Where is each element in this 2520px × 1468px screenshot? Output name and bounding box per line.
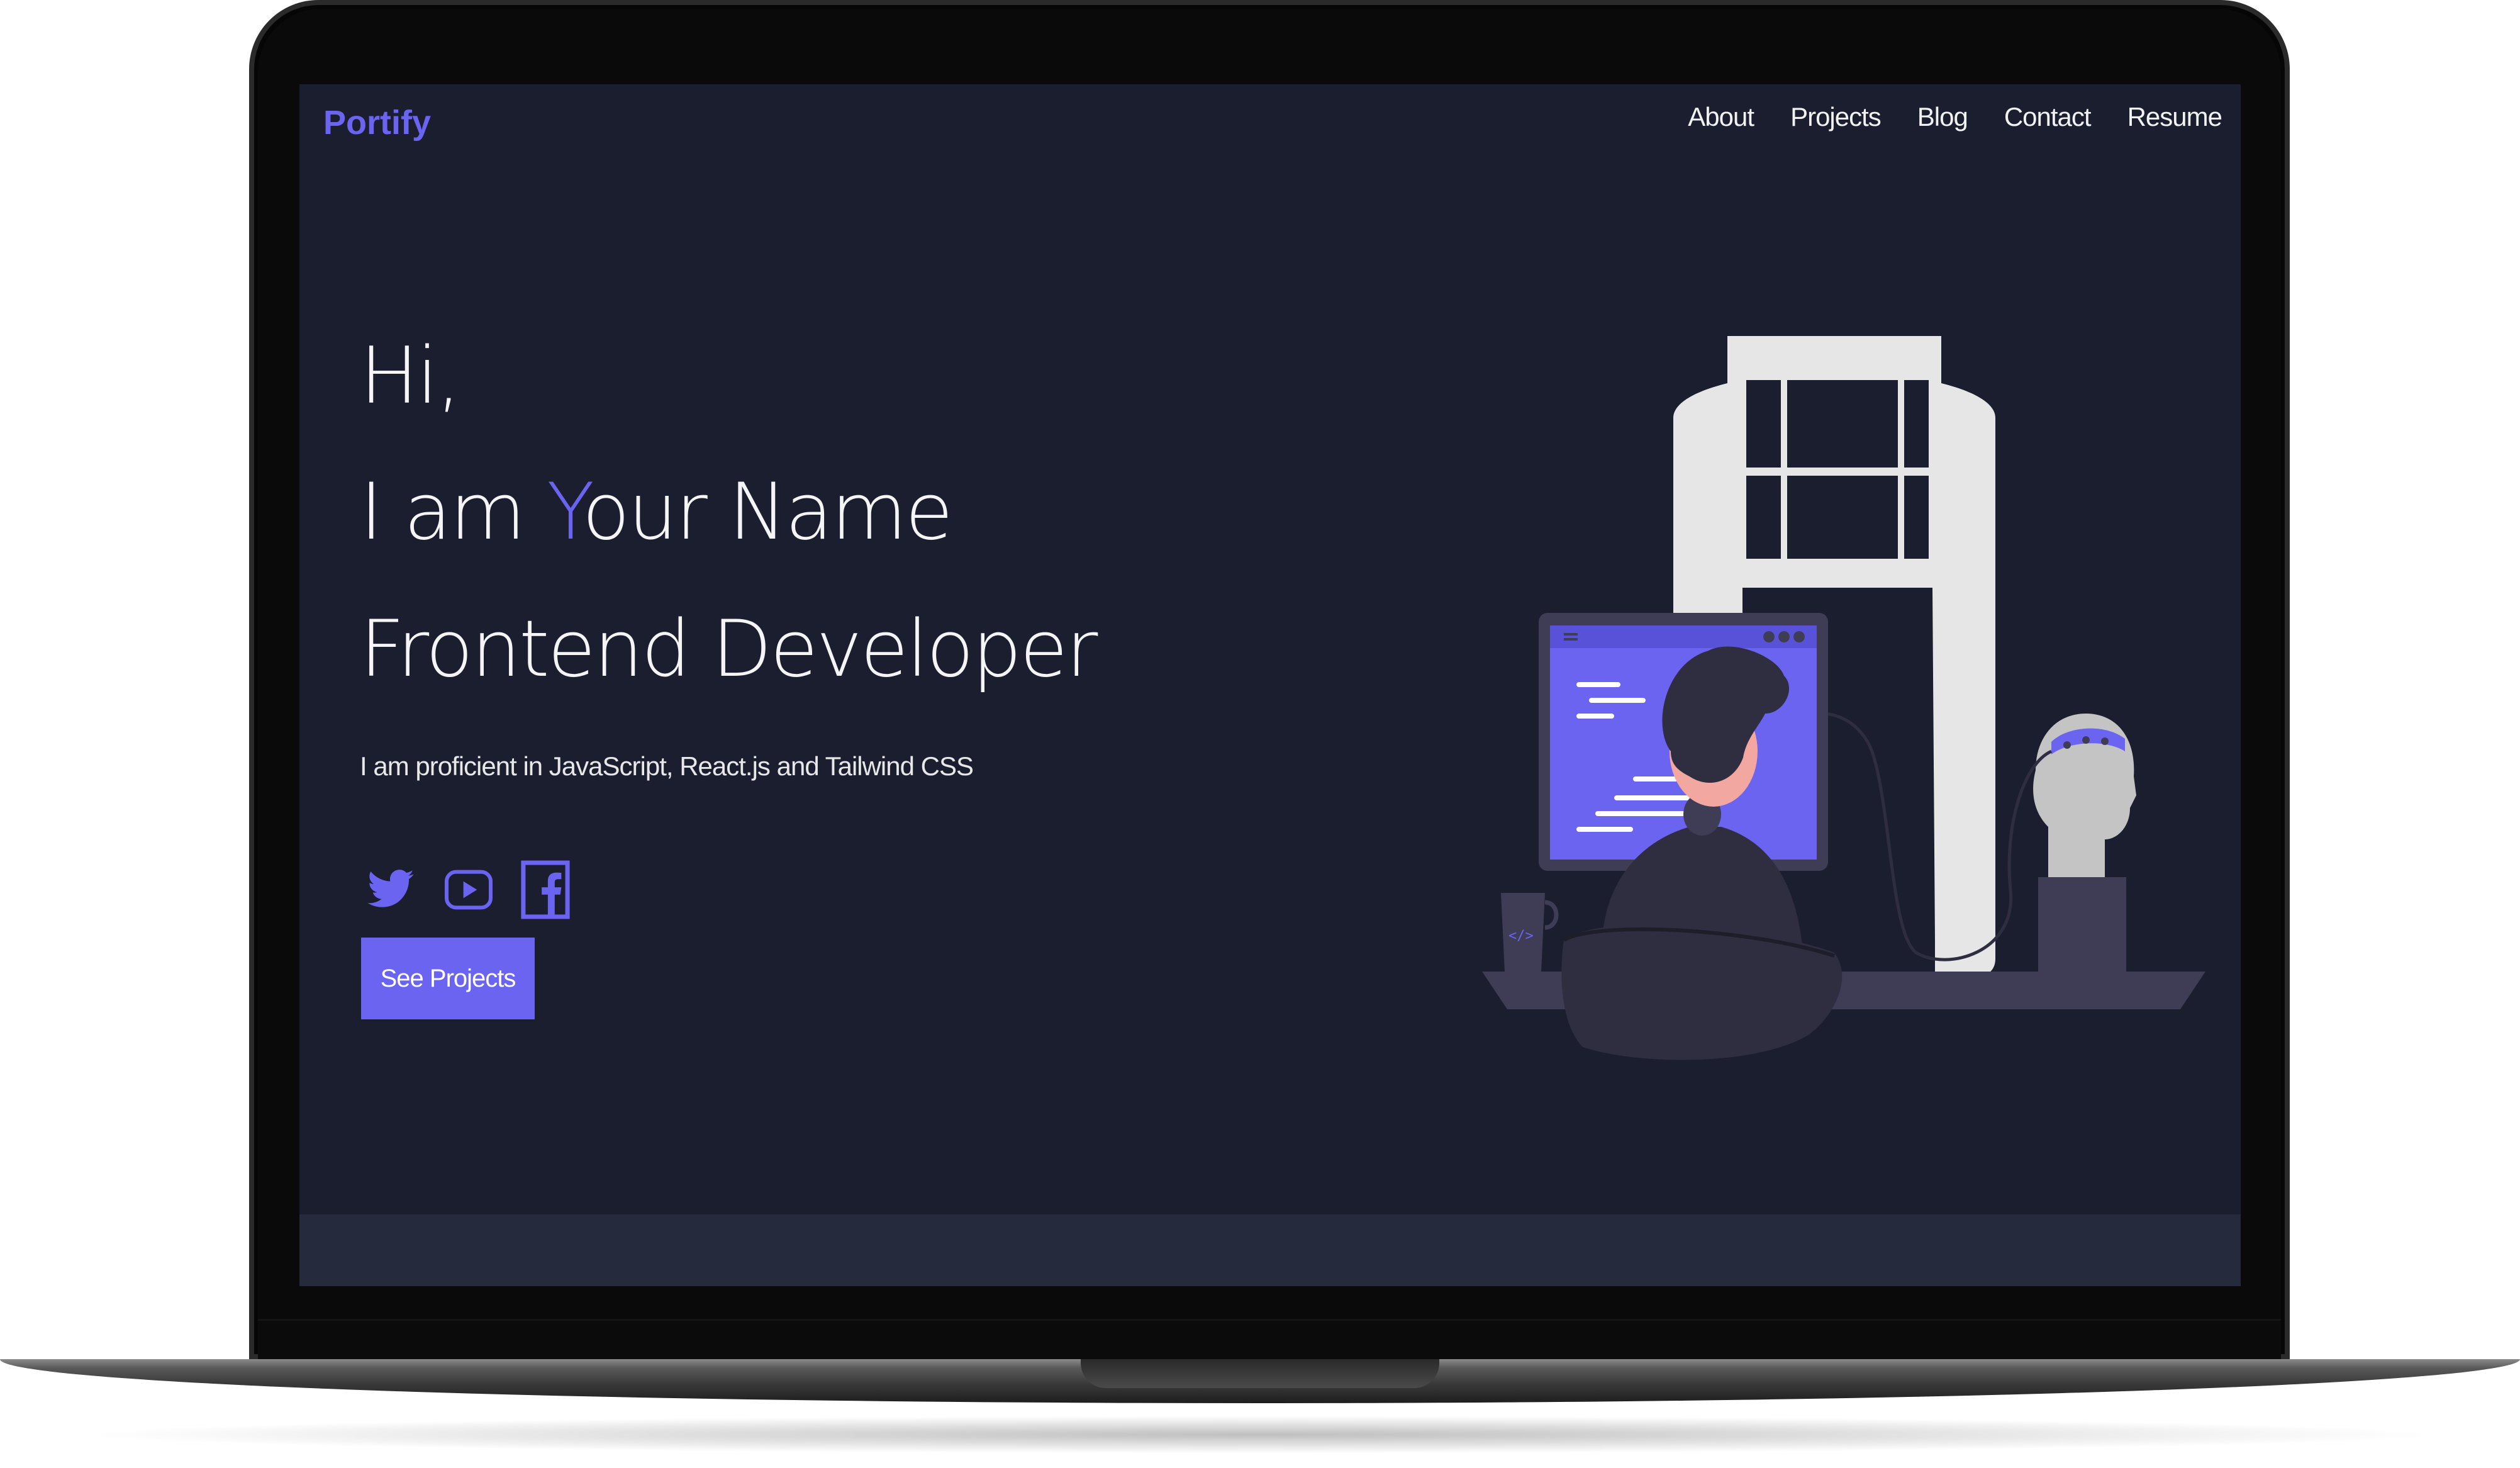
hero-role: Frontend Developer — [360, 604, 1098, 695]
laptop-shadow — [75, 1416, 2445, 1454]
nav-contact[interactable]: Contact — [2004, 102, 2092, 132]
brand-logo[interactable]: Portify — [323, 103, 431, 142]
hero-intro-rest: our Name — [582, 467, 953, 558]
pedestal — [2038, 877, 2126, 978]
hero-greeting: Hi, — [360, 331, 461, 422]
hero-intro: I am Your Name — [360, 467, 953, 558]
nav-about[interactable]: About — [1688, 102, 1754, 132]
laptop-mockup: Portify About Projects Blog Contact Resu… — [0, 0, 2520, 1468]
nav-resume[interactable]: Resume — [2127, 102, 2222, 132]
svg-text:</>: </> — [1508, 928, 1534, 944]
footer-strip — [299, 1214, 2241, 1286]
nav-blog[interactable]: Blog — [1917, 102, 1968, 132]
website-screen: Portify About Projects Blog Contact Resu… — [299, 84, 2241, 1286]
youtube-icon[interactable] — [443, 865, 494, 915]
nav-projects[interactable]: Projects — [1790, 102, 1882, 132]
laptop-chin — [258, 1319, 2281, 1359]
facebook-icon[interactable] — [521, 860, 570, 920]
social-links — [365, 860, 570, 920]
laptop-notch — [1081, 1359, 1439, 1388]
see-projects-button[interactable]: See Projects — [361, 938, 535, 1019]
twitter-icon[interactable] — [365, 865, 416, 915]
developer-illustration: </> — [1482, 336, 2205, 1060]
hero-tagline: I am proficient in JavaScript, React.js … — [360, 751, 974, 781]
top-nav: About Projects Blog Contact Resume — [1688, 102, 2222, 132]
hero-intro-prefix: I am — [360, 467, 547, 558]
hero-intro-accent: Y — [547, 467, 584, 558]
